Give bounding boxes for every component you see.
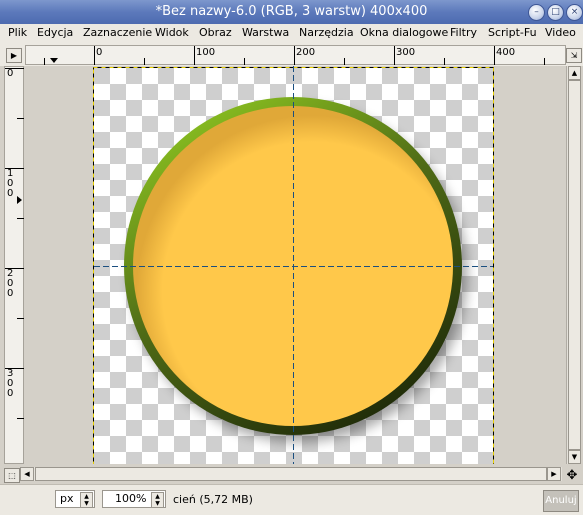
vertical-scrollbar[interactable]: ▲ ▼: [566, 66, 581, 464]
maximize-button[interactable]: □: [547, 4, 564, 21]
scroll-up-button[interactable]: ▲: [568, 66, 581, 80]
vertical-ruler-ticks: [5, 68, 24, 419]
expand-icon[interactable]: ⇲: [566, 48, 582, 63]
horizontal-ruler[interactable]: 0 100 200 300 400: [25, 45, 566, 65]
menu-edycja[interactable]: Edycja: [37, 26, 73, 39]
status-bar: px ▲ ▼ 100% ▲ ▼ cień (5,72 MB) Anuluj: [0, 484, 583, 515]
cancel-button[interactable]: Anuluj: [543, 490, 579, 512]
menu-bar: Plik Edycja Zaznaczenie Widok Obraz Wars…: [0, 24, 583, 43]
menu-zaznaczenie[interactable]: Zaznaczenie: [83, 26, 152, 39]
vertical-scroll-thumb[interactable]: [568, 80, 581, 450]
vruler-label-300: 300: [7, 368, 14, 399]
unit-spin-icon[interactable]: ▲ ▼: [80, 492, 93, 508]
vruler-label-200: 200: [7, 268, 14, 299]
scroll-right-button[interactable]: ▶: [547, 467, 561, 481]
hruler-label-0: 0: [96, 47, 103, 58]
hruler-label-200: 200: [296, 47, 316, 58]
menu-obraz[interactable]: Obraz: [199, 26, 232, 39]
menu-script-fu[interactable]: Script-Fu: [488, 26, 537, 39]
vruler-label-0: 0: [7, 68, 14, 79]
canvas-area[interactable]: [25, 66, 566, 464]
menu-okna-dialogowe[interactable]: Okna dialogowe: [360, 26, 448, 39]
menu-filtry[interactable]: Filtry: [450, 26, 477, 39]
zoom-value: 100%: [115, 492, 147, 505]
scroll-down-button[interactable]: ▼: [568, 450, 581, 464]
zoom-spin-icon[interactable]: ▲ ▼: [151, 492, 164, 508]
menu-warstwa[interactable]: Warstwa: [242, 26, 289, 39]
scroll-left-button[interactable]: ◀: [20, 467, 34, 481]
image-canvas[interactable]: [25, 66, 566, 464]
menu-narzedzia[interactable]: Narzędzia: [299, 26, 354, 39]
horizontal-scrollbar[interactable]: ◀ ▶: [20, 467, 562, 481]
title-bar: *Bez nazwy-6.0 (RGB, 3 warstw) 400x400 –…: [0, 0, 583, 25]
quick-mask-toggle[interactable]: ⬚: [4, 468, 20, 483]
layer-info: cień (5,72 MB): [173, 493, 253, 506]
menu-widok[interactable]: Widok: [155, 26, 189, 39]
unit-select[interactable]: px ▲ ▼: [55, 490, 95, 508]
hruler-label-300: 300: [396, 47, 416, 58]
menu-plik[interactable]: Plik: [8, 26, 27, 39]
horizontal-scroll-thumb[interactable]: [35, 467, 547, 481]
image-menu-button[interactable]: ▶: [6, 48, 22, 63]
hruler-label-100: 100: [196, 47, 216, 58]
navigate-icon[interactable]: ✥: [564, 468, 580, 483]
window-title: *Bez nazwy-6.0 (RGB, 3 warstw) 400x400: [155, 4, 428, 19]
unit-value: px: [60, 492, 74, 505]
vruler-label-100: 100: [7, 168, 14, 199]
menu-video[interactable]: Video: [545, 26, 576, 39]
close-button[interactable]: ×: [566, 4, 583, 21]
hruler-label-400: 400: [496, 47, 516, 58]
zoom-select[interactable]: 100% ▲ ▼: [102, 490, 166, 508]
minimize-button[interactable]: –: [528, 4, 545, 21]
vertical-ruler[interactable]: 0 100 200 300: [4, 66, 24, 464]
